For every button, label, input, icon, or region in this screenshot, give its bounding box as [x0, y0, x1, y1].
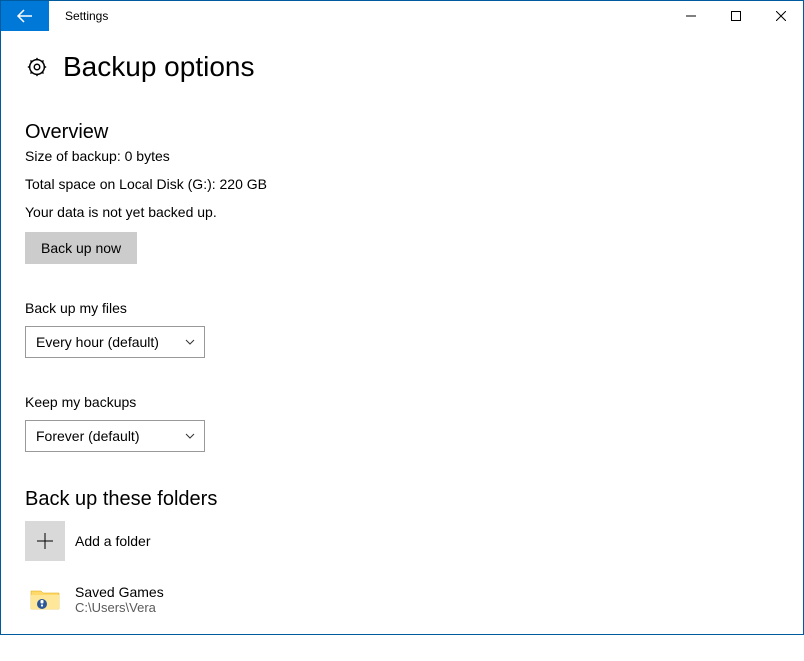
close-button[interactable] [758, 1, 803, 31]
maximize-icon [731, 11, 741, 21]
folder-path: C:\Users\Vera [75, 600, 164, 615]
gear-icon [25, 55, 49, 79]
window-titlebar: Settings [1, 1, 803, 31]
plus-icon [35, 531, 55, 551]
frequency-label: Back up my files [25, 300, 779, 316]
minimize-button[interactable] [668, 1, 713, 31]
maximize-button[interactable] [713, 1, 758, 31]
window-controls [668, 1, 803, 31]
folder-name: Saved Games [75, 584, 164, 600]
folders-heading: Back up these folders [25, 488, 779, 511]
chevron-down-icon [184, 430, 196, 442]
backup-status-line: Your data is not yet backed up. [25, 204, 779, 220]
window-title: Settings [49, 1, 668, 31]
chevron-down-icon [184, 336, 196, 348]
add-folder-label: Add a folder [75, 533, 151, 549]
minimize-icon [686, 11, 696, 21]
retention-label: Keep my backups [25, 394, 779, 410]
backup-size-line: Size of backup: 0 bytes [25, 148, 779, 164]
back-arrow-icon [16, 7, 34, 25]
frequency-selected: Every hour (default) [36, 334, 159, 350]
page-header: Backup options [25, 51, 779, 83]
frequency-dropdown[interactable]: Every hour (default) [25, 326, 205, 358]
plus-tile [25, 521, 65, 561]
folder-icon [25, 579, 65, 619]
back-button[interactable] [1, 1, 49, 31]
content-area: Backup options Overview Size of backup: … [1, 31, 803, 661]
page-title: Backup options [63, 51, 254, 83]
add-folder-button[interactable]: Add a folder [25, 521, 779, 561]
close-icon [776, 11, 786, 21]
retention-dropdown[interactable]: Forever (default) [25, 420, 205, 452]
backup-now-button[interactable]: Back up now [25, 232, 137, 264]
overview-heading: Overview [25, 121, 779, 144]
retention-selected: Forever (default) [36, 428, 139, 444]
folder-item[interactable]: Saved Games C:\Users\Vera [25, 579, 779, 619]
total-space-line: Total space on Local Disk (G:): 220 GB [25, 176, 779, 192]
